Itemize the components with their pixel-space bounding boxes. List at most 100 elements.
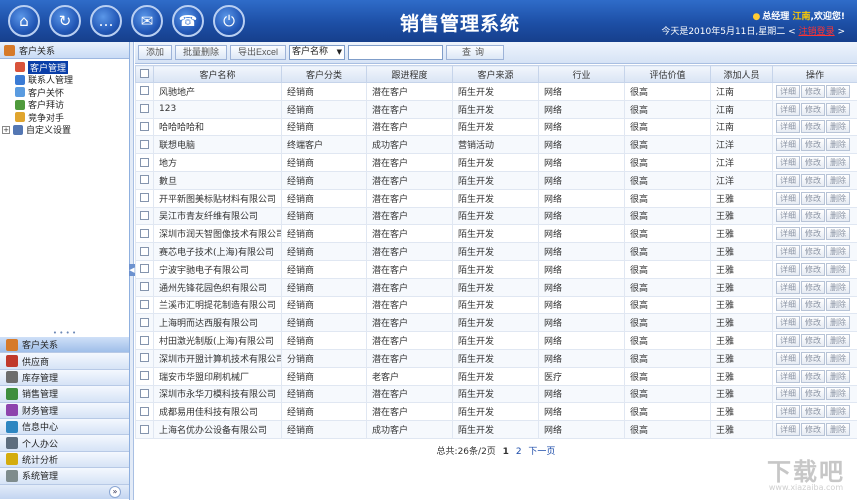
table-row[interactable]: 通州先锋花园色织有限公司 经销商 潜在客户 陌生开发 网络 很高 王雅 详细 修改 删除 xyxy=(135,277,857,297)
table-row[interactable]: 瑞安市华盟印刷机械厂 经销商 老客户 陌生开发 医疗 很高 王雅 详细 修改 删除 xyxy=(135,366,857,386)
power-icon[interactable]: ⏻ xyxy=(213,5,245,37)
detail-button[interactable]: 详细 xyxy=(776,173,800,187)
detail-button[interactable]: 详细 xyxy=(776,334,800,348)
next-page-link[interactable]: 下一页 xyxy=(528,447,555,457)
edit-button[interactable]: 修改 xyxy=(801,102,825,116)
table-row[interactable]: 上海明而达西服有限公司 经销商 潜在客户 陌生开发 网络 很高 王雅 详细 修改 删除 xyxy=(135,313,857,333)
table-row[interactable]: 吴江市青友纤维有限公司 经销商 潜在客户 陌生开发 网络 很高 王雅 详细 修改 删除 xyxy=(135,206,857,226)
edit-button[interactable]: 修改 xyxy=(801,191,825,205)
table-row[interactable]: 赛芯电子技术(上海)有限公司 经销商 潜在客户 陌生开发 网络 很高 王雅 详细 修改 删除 xyxy=(135,242,857,261)
table-row[interactable]: 上海名优办公设备有限公司 经销商 成功客户 陌生开发 网络 很高 王雅 详细 修改 删除 xyxy=(135,420,857,439)
edit-button[interactable]: 修改 xyxy=(801,369,825,383)
row-checkbox[interactable] xyxy=(140,424,149,434)
edit-button[interactable]: 修改 xyxy=(801,245,825,259)
module-tab[interactable]: 客户关系 xyxy=(0,337,129,354)
tree-item[interactable]: 联系人管理 xyxy=(2,74,129,86)
detail-button[interactable]: 详细 xyxy=(776,423,800,437)
tree-item-custom-settings[interactable]: + 自定义设置 xyxy=(2,124,129,136)
query-button[interactable]: 查询 xyxy=(446,45,505,60)
detail-button[interactable]: 详细 xyxy=(776,369,800,383)
edit-button[interactable]: 修改 xyxy=(801,334,825,348)
row-checkbox[interactable] xyxy=(140,264,149,274)
delete-button[interactable]: 删除 xyxy=(826,173,850,187)
page-link-1[interactable]: 1 xyxy=(503,447,509,457)
delete-button[interactable]: 删除 xyxy=(826,316,850,330)
table-row[interactable]: 联想电脑 终端客户 成功客户 营销活动 网络 很高 江洋 详细 修改 删除 xyxy=(135,135,857,155)
row-checkbox[interactable] xyxy=(140,175,149,185)
sidebar-splitter[interactable]: ◀ xyxy=(129,42,135,500)
table-row[interactable]: 深圳市开盟计算机技术有限公司 分销商 潜在客户 陌生开发 网络 很高 王雅 详细 修改 删除 xyxy=(135,348,857,368)
detail-button[interactable]: 详细 xyxy=(776,191,800,205)
delete-button[interactable]: 删除 xyxy=(826,227,850,241)
table-row[interactable]: 哈哈哈哈和 经销商 潜在客户 陌生开发 网络 很高 江南 详细 修改 删除 xyxy=(135,117,857,137)
edit-button[interactable]: 修改 xyxy=(801,84,825,98)
delete-button[interactable]: 删除 xyxy=(826,209,850,223)
table-row[interactable]: 兰溪市汇明提花制造有限公司 经销商 潜在客户 陌生开发 网络 很高 王雅 详细 修改 删除 xyxy=(135,295,857,315)
row-checkbox[interactable] xyxy=(140,210,149,220)
chat-icon[interactable]: … xyxy=(90,5,122,37)
table-row[interactable]: 地方 经销商 潜在客户 陌生开发 网络 很高 江洋 详细 修改 删除 xyxy=(135,153,857,172)
table-row[interactable]: 风驰地产 经销商 潜在客户 陌生开发 网络 很高 江南 详细 修改 删除 xyxy=(135,82,857,101)
delete-button[interactable]: 删除 xyxy=(826,405,850,419)
detail-button[interactable]: 详细 xyxy=(776,280,800,294)
edit-button[interactable]: 修改 xyxy=(801,262,825,276)
edit-button[interactable]: 修改 xyxy=(801,316,825,330)
export-excel-button[interactable]: 导出Excel xyxy=(230,45,287,60)
row-checkbox[interactable] xyxy=(140,246,149,256)
detail-button[interactable]: 详细 xyxy=(776,84,800,98)
delete-button[interactable]: 删除 xyxy=(826,334,850,348)
table-row[interactable]: 數旦 经销商 潜在客户 陌生开发 网络 很高 江洋 详细 修改 删除 xyxy=(135,170,857,190)
edit-button[interactable]: 修改 xyxy=(801,405,825,419)
detail-button[interactable]: 详细 xyxy=(776,351,800,365)
row-checkbox[interactable] xyxy=(140,121,149,131)
table-row[interactable]: 123 经销商 潜在客户 陌生开发 网络 很高 江南 详细 修改 删除 xyxy=(135,99,857,119)
detail-button[interactable]: 详细 xyxy=(776,138,800,152)
table-row[interactable]: 开平新图美标贴材料有限公司 经销商 潜在客户 陌生开发 网络 很高 王雅 详细 修改 删除 xyxy=(135,188,857,208)
table-row[interactable]: 成都易用佳科技有限公司 经销商 潜在客户 陌生开发 网络 很高 王雅 详细 修改 删除 xyxy=(135,402,857,422)
delete-button[interactable]: 删除 xyxy=(826,138,850,152)
logout-link[interactable]: 注销登录 xyxy=(799,27,835,37)
double-chevron-icon[interactable]: » xyxy=(109,485,121,498)
tree-item[interactable]: 竞争对手 xyxy=(2,111,129,124)
home-icon[interactable]: ⌂ xyxy=(8,5,40,37)
row-checkbox[interactable] xyxy=(140,157,149,167)
edit-button[interactable]: 修改 xyxy=(801,423,825,437)
table-row[interactable]: 深圳市润天智图像技术有限公司 经销商 潜在客户 陌生开发 网络 很高 王雅 详细 修改 删除 xyxy=(135,224,857,244)
detail-button[interactable]: 详细 xyxy=(776,245,800,259)
col-header[interactable]: 行业 xyxy=(538,65,625,83)
edit-button[interactable]: 修改 xyxy=(801,156,825,170)
edit-button[interactable]: 修改 xyxy=(801,209,825,223)
module-tab[interactable]: 系统管理 xyxy=(0,468,129,485)
batch-delete-button[interactable]: 批量删除 xyxy=(175,45,228,60)
row-checkbox[interactable] xyxy=(140,299,149,309)
row-checkbox[interactable] xyxy=(140,353,149,363)
module-tab[interactable]: 统计分析 xyxy=(0,451,129,469)
delete-button[interactable]: 删除 xyxy=(826,84,850,98)
row-checkbox[interactable] xyxy=(140,228,149,238)
delete-button[interactable]: 删除 xyxy=(826,156,850,170)
expand-icon[interactable]: + xyxy=(2,125,10,134)
edit-button[interactable]: 修改 xyxy=(801,351,825,365)
delete-button[interactable]: 删除 xyxy=(826,120,850,134)
row-checkbox[interactable] xyxy=(140,317,149,327)
edit-button[interactable]: 修改 xyxy=(801,298,825,312)
module-tab[interactable]: 供应商 xyxy=(0,353,129,370)
edit-button[interactable]: 修改 xyxy=(801,227,825,241)
edit-button[interactable]: 修改 xyxy=(801,280,825,294)
detail-button[interactable]: 详细 xyxy=(776,102,800,116)
col-header[interactable]: 客户分类 xyxy=(281,65,367,83)
row-checkbox[interactable] xyxy=(140,406,149,416)
col-header[interactable]: 添加人员 xyxy=(710,65,773,83)
row-checkbox[interactable] xyxy=(140,335,149,345)
col-header[interactable]: 客户来源 xyxy=(452,65,539,83)
table-row[interactable]: 村田激光制版(上海)有限公司 经销商 潜在客户 陌生开发 网络 很高 王雅 详细 修改 删除 xyxy=(135,331,857,350)
tree-item[interactable]: 客户管理 xyxy=(2,60,129,74)
select-all-checkbox[interactable] xyxy=(140,69,149,78)
page-link-2[interactable]: 2 xyxy=(516,447,522,457)
row-checkbox[interactable] xyxy=(140,282,149,292)
module-tab[interactable]: 财务管理 xyxy=(0,402,129,419)
detail-button[interactable]: 详细 xyxy=(776,120,800,134)
detail-button[interactable]: 详细 xyxy=(776,262,800,276)
row-checkbox[interactable] xyxy=(140,139,149,149)
tree-item[interactable]: 客户关怀 xyxy=(2,86,129,99)
